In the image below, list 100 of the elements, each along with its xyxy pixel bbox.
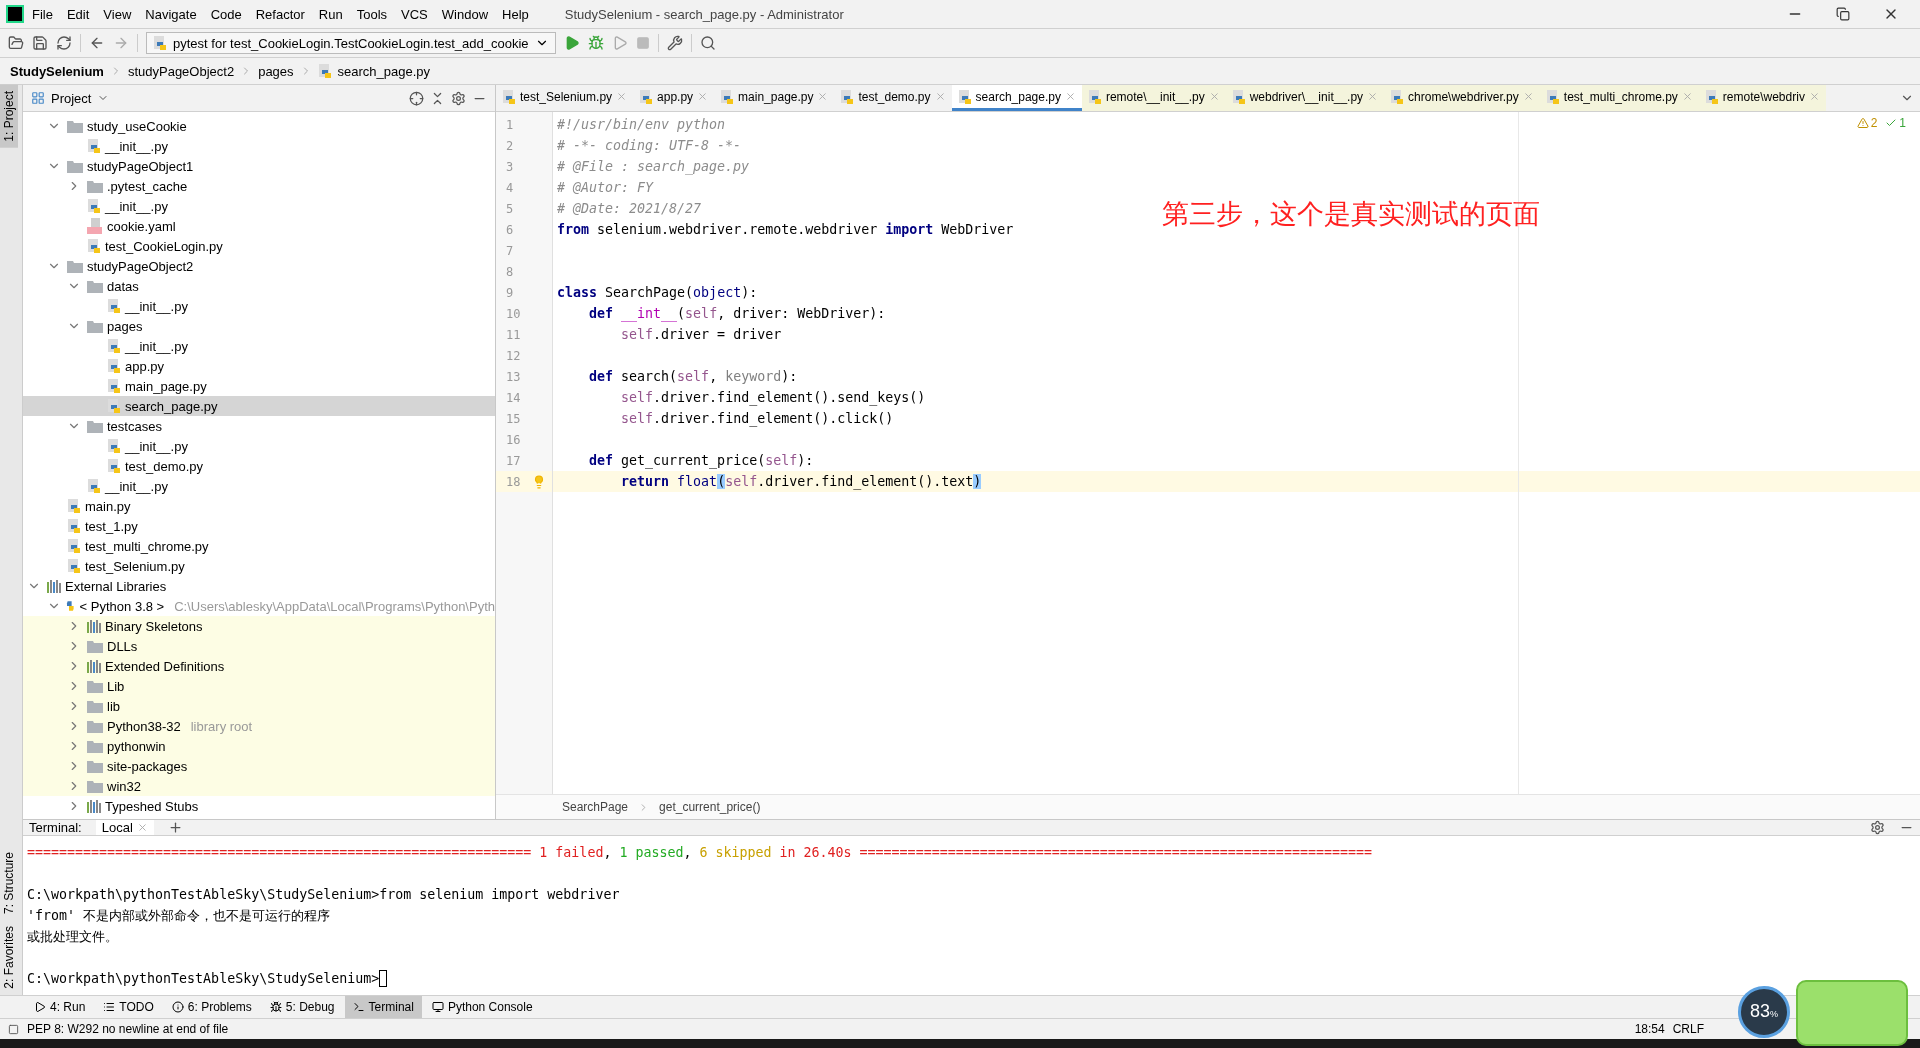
- tree-item[interactable]: __init__.py: [23, 196, 495, 216]
- tree-item[interactable]: studyPageObject1: [23, 156, 495, 176]
- tree-item[interactable]: app.py: [23, 356, 495, 376]
- menu-item[interactable]: View: [97, 6, 138, 22]
- add-icon[interactable]: [167, 820, 183, 835]
- python-logo-icon: [65, 598, 76, 614]
- tree-item[interactable]: main.py: [23, 496, 495, 516]
- tool-window-tab[interactable]: Python Console: [423, 996, 541, 1018]
- tree-item[interactable]: test_CookieLogin.py: [23, 236, 495, 256]
- menu-item[interactable]: Refactor: [249, 6, 311, 22]
- wrench-icon[interactable]: [666, 35, 683, 51]
- tool-window-tab[interactable]: Terminal: [344, 996, 422, 1018]
- breadcrumb-item[interactable]: StudySelenium: [10, 63, 104, 79]
- tree-item[interactable]: test_Selenium.py: [23, 556, 495, 576]
- tree-item[interactable]: __init__.py: [23, 336, 495, 356]
- settings-icon[interactable]: [451, 90, 466, 106]
- check-icon[interactable]: [1885, 117, 1898, 129]
- tree-item[interactable]: main_page.py: [23, 376, 495, 396]
- back-icon[interactable]: [89, 35, 105, 51]
- session-tab[interactable]: Local: [95, 820, 154, 835]
- code-line: # @Autor: FY: [557, 180, 654, 195]
- code-line: self.driver = driver: [620, 327, 782, 342]
- breadcrumb-item[interactable]: studyPageObject2: [127, 63, 235, 79]
- tree-item[interactable]: test_multi_chrome.py: [23, 536, 495, 556]
- tree-item-label: __init__.py: [125, 298, 188, 314]
- menu-item[interactable]: File: [26, 6, 59, 22]
- editor-tab[interactable]: remote\webdriv: [1698, 85, 1826, 111]
- menu-item[interactable]: VCS: [395, 6, 434, 22]
- tree-item[interactable]: __init__.py: [23, 436, 495, 456]
- breadcrumb-item[interactable]: SearchPage: [562, 800, 629, 814]
- menu-item[interactable]: Navigate: [139, 6, 203, 22]
- tree-item-label: DLLs: [107, 638, 138, 654]
- save-icon[interactable]: [32, 35, 48, 51]
- bug-icon[interactable]: [587, 35, 604, 51]
- search-icon[interactable]: [699, 35, 716, 51]
- editor-tab[interactable]: chrome\webdriver.py: [1384, 85, 1540, 111]
- editor-tab[interactable]: webdriver\__init__.py: [1225, 85, 1385, 111]
- breadcrumb-item[interactable]: get_current_price(): [659, 800, 761, 814]
- tree-item[interactable]: pythonwin: [23, 736, 495, 756]
- settings-icon[interactable]: [1870, 820, 1885, 835]
- tree-item[interactable]: cookie.yaml: [23, 216, 495, 236]
- tree-item[interactable]: win32: [23, 776, 495, 796]
- tree-item[interactable]: Typeshed Stubs: [23, 796, 495, 816]
- tree-item[interactable]: lib: [23, 696, 495, 716]
- status-item[interactable]: CRLF: [1672, 1022, 1704, 1036]
- menu-item[interactable]: Run: [312, 6, 349, 22]
- tree-item[interactable]: __init__.py: [23, 476, 495, 496]
- tree-item[interactable]: Python38-32 library root: [23, 716, 495, 736]
- panel-title[interactable]: Project: [51, 90, 92, 106]
- tree-item[interactable]: __init__.py: [23, 136, 495, 156]
- crosshair-icon[interactable]: [409, 90, 424, 106]
- folder-open-icon[interactable]: [8, 35, 24, 51]
- python-file-icon: [67, 498, 81, 514]
- sync-icon[interactable]: [56, 35, 72, 51]
- code-line: from selenium.webdriver.remote.webdriver import WebDriver: [557, 222, 1014, 237]
- menu-item[interactable]: Help: [496, 6, 535, 22]
- tree-item[interactable]: < Python 3.8 > C:\Users\ablesky\AppData\Local\Programs\Python\Pyth: [23, 596, 495, 616]
- breadcrumb-item[interactable]: pages: [258, 63, 294, 79]
- menu-item[interactable]: Window: [435, 6, 495, 22]
- tool-window-tab[interactable]: 6: Problems: [163, 996, 260, 1018]
- tree-item[interactable]: Lib: [23, 676, 495, 696]
- tree-item[interactable]: study_useCookie: [23, 116, 495, 136]
- tool-window-tab[interactable]: 4: Run: [26, 996, 94, 1018]
- side-tab[interactable]: 7: Structure: [0, 846, 18, 921]
- tree-item[interactable]: search_page.py: [23, 396, 495, 416]
- tree-item[interactable]: pages: [23, 316, 495, 336]
- tree-item[interactable]: site-packages: [23, 756, 495, 776]
- menu-item[interactable]: Edit: [60, 6, 96, 22]
- editor-tab[interactable]: remote\__init__.py: [1081, 85, 1226, 111]
- warning-icon[interactable]: [1856, 117, 1869, 129]
- breadcrumb-item[interactable]: search_page.py: [337, 63, 431, 79]
- tree-item[interactable]: .pytest_cache: [23, 176, 495, 196]
- python-file-icon: [1704, 88, 1719, 105]
- tree-item[interactable]: test_1.py: [23, 516, 495, 536]
- tree-item-label: test_CookieLogin.py: [105, 238, 223, 254]
- tree-item[interactable]: studyPageObject2: [23, 256, 495, 276]
- menu-item[interactable]: Tools: [350, 6, 394, 22]
- editor-tab[interactable]: test_multi_chrome.py: [1539, 85, 1699, 111]
- tree-item[interactable]: datas: [23, 276, 495, 296]
- tree-item[interactable]: Extended Definitions: [23, 656, 495, 676]
- tree-item[interactable]: testcases: [23, 416, 495, 436]
- tree-item-label: < Python 3.8 >: [79, 598, 165, 614]
- side-tab[interactable]: 1: Project: [0, 85, 18, 148]
- tree-item[interactable]: __init__.py: [23, 296, 495, 316]
- tree-item[interactable]: Binary Skeletons: [23, 616, 495, 636]
- editor-tab[interactable]: search_page.py: [951, 85, 1082, 111]
- tool-window-tab[interactable]: TODO: [95, 996, 162, 1018]
- tree-item[interactable]: DLLs: [23, 636, 495, 656]
- tool-window-tab[interactable]: 5: Debug: [261, 996, 343, 1018]
- folder-icon: [87, 699, 103, 713]
- side-tab[interactable]: 2: Favorites: [0, 920, 18, 995]
- run-config-dropdown[interactable]: pytest for test_CookieLogin.TestCookieLogin.test_add_cookie: [146, 32, 556, 54]
- tree-item[interactable]: test_demo.py: [23, 456, 495, 476]
- forward-icon[interactable]: [113, 35, 129, 51]
- line-number: 3: [506, 159, 514, 174]
- tree-item-label: __init__.py: [125, 438, 188, 454]
- menu-item[interactable]: Code: [204, 6, 248, 22]
- status-item[interactable]: 18:54: [1634, 1022, 1665, 1036]
- tree-item[interactable]: External Libraries: [23, 576, 495, 596]
- code-line: # @Date: 2021/8/27: [557, 201, 702, 216]
